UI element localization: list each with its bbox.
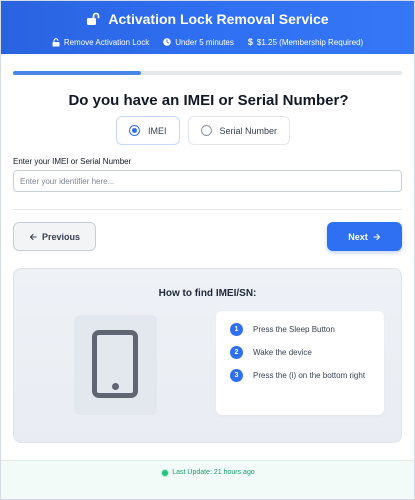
status-dot-icon <box>162 469 169 476</box>
radio-serial-number[interactable] <box>200 125 212 136</box>
step-number: 1 <box>230 323 243 336</box>
previous-label: Previous <box>41 231 81 242</box>
step-number: 2 <box>230 346 243 359</box>
next-button[interactable]: Next <box>327 222 402 251</box>
previous-button[interactable]: Previous <box>13 222 96 251</box>
help-guide-panel: How to find IMEI/SN: 1 Press the Sleep B… <box>13 268 402 443</box>
page-title: Activation Lock Removal Service <box>108 11 329 27</box>
question-heading: Do you have an IMEI or Serial Number? <box>68 92 349 109</box>
step-item: 3 Press the (i) on the bottom right <box>230 369 374 382</box>
meta-item: $ $1.25 (Membership Required) <box>248 37 363 47</box>
arrow-left-icon <box>29 233 37 241</box>
header: Activation Lock Removal Service Remove A… <box>1 1 414 54</box>
footer-status: Last Update: 21 hours ago <box>1 469 414 476</box>
page-frame: Activation Lock Removal Service Remove A… <box>0 0 415 500</box>
step-text: Press the Sleep Button <box>253 325 335 334</box>
lock-icon <box>52 37 60 47</box>
meta-item: Remove Activation Lock <box>52 38 149 47</box>
dollar-icon: $ <box>247 37 253 47</box>
identifier-options: IMEI Serial Number <box>116 116 291 145</box>
phone-icon <box>92 330 138 398</box>
radio-imei[interactable] <box>129 125 140 136</box>
steps-list: 1 Press the Sleep Button 2 Wake the devi… <box>216 311 384 415</box>
header-title-row: Activation Lock Removal Service <box>1 10 414 28</box>
next-label: Next <box>348 231 368 242</box>
option-label: IMEI <box>148 125 167 136</box>
header-meta: Remove Activation Lock Under 5 minutes $… <box>1 36 414 48</box>
identifier-input[interactable] <box>13 170 402 192</box>
option-label: Serial Number <box>219 125 278 136</box>
unlock-icon <box>86 12 101 26</box>
step-item: 1 Press the Sleep Button <box>230 323 374 336</box>
meta-label: $1.25 (Membership Required) <box>256 37 364 47</box>
meta-label: Under 5 minutes <box>175 37 234 47</box>
step-text: Press the (i) on the bottom right <box>253 371 366 380</box>
option-serial-number[interactable]: Serial Number <box>187 116 291 145</box>
meta-item: Under 5 minutes <box>163 38 234 47</box>
step-number: 3 <box>230 369 243 382</box>
footer: Last Update: 21 hours ago <box>1 460 414 499</box>
step-item: 2 Wake the device <box>230 346 374 359</box>
divider <box>13 209 402 210</box>
home-button-icon <box>111 383 119 390</box>
arrow-right-icon <box>373 233 381 241</box>
progress-fill <box>13 71 142 75</box>
meta-label: Remove Activation Lock <box>63 37 150 47</box>
progress-bar <box>13 71 402 75</box>
phone-illustration <box>74 315 157 415</box>
option-imei[interactable]: IMEI <box>116 116 180 145</box>
step-text: Wake the device <box>253 348 312 357</box>
identifier-label: Enter your IMEI or Serial Number <box>13 157 132 166</box>
last-update-text: Last Update: 21 hours ago <box>172 469 255 476</box>
clock-icon <box>163 38 171 46</box>
guide-title: How to find IMEI/SN: <box>158 288 257 299</box>
